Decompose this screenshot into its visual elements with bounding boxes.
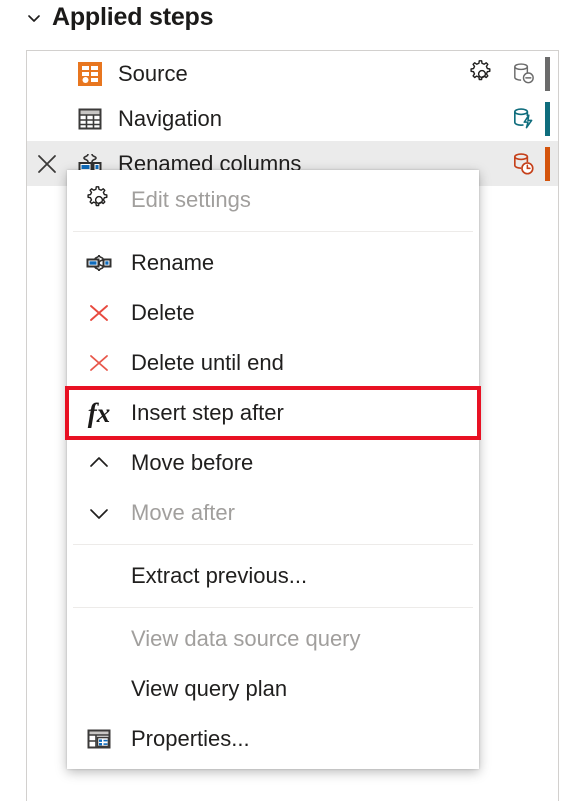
step-row-actions [461, 96, 558, 141]
menu-item-insert-step-after[interactable]: fx Insert step after [65, 386, 481, 440]
step-state-bar [545, 146, 550, 181]
menu-item-view-data-source-query[interactable]: View data source query [67, 614, 479, 664]
menu-item-delete[interactable]: Delete [67, 288, 479, 338]
fx-icon: fx [87, 397, 111, 428]
menu-item-label: Insert step after [131, 400, 284, 425]
menu-item-properties[interactable]: Properties... [67, 714, 479, 764]
no-icon [67, 664, 131, 714]
menu-item-label: Rename [131, 250, 215, 275]
step-context-menu: Edit settings Rename Delete Delete until… [65, 170, 481, 769]
menu-item-edit-settings[interactable]: Edit settings [67, 175, 479, 225]
menu-item-rename[interactable]: Rename [67, 238, 479, 288]
database-minus-icon[interactable] [503, 60, 543, 87]
step-label: Source [118, 60, 188, 86]
menu-item-delete-until-end[interactable]: Delete until end [67, 338, 479, 388]
menu-item-label: Extract previous... [131, 563, 308, 588]
chevron-up-icon [67, 438, 131, 488]
menu-separator [73, 544, 473, 545]
delete-x-icon [67, 338, 131, 388]
menu-item-label: View query plan [131, 676, 288, 701]
menu-item-view-query-plan[interactable]: View query plan [67, 664, 479, 714]
step-state-bar [545, 101, 550, 136]
applied-steps-header[interactable]: Applied steps [26, 3, 214, 31]
step-label: Navigation [118, 105, 222, 131]
menu-item-label: Move before [131, 450, 254, 475]
menu-item-label: Delete until end [131, 350, 284, 375]
menu-separator [73, 231, 473, 232]
page-title: Applied steps [52, 3, 214, 31]
close-icon[interactable] [27, 141, 67, 186]
menu-item-label: Edit settings [131, 187, 251, 212]
no-icon [67, 551, 131, 601]
gear-icon[interactable] [461, 59, 503, 88]
menu-separator [73, 607, 473, 608]
menu-item-label: View data source query [131, 626, 361, 651]
properties-icon [67, 714, 131, 764]
database-lightning-icon[interactable] [503, 105, 543, 132]
menu-item-label: Delete [131, 300, 195, 325]
step-delete-placeholder [27, 51, 67, 96]
menu-item-extract-previous[interactable]: Extract previous... [67, 551, 479, 601]
chevron-down-icon [67, 488, 131, 538]
menu-item-label: Properties... [131, 726, 250, 751]
step-state-bar [545, 56, 550, 91]
table-icon [73, 96, 107, 141]
database-clock-icon[interactable] [503, 150, 543, 177]
step-delete-placeholder [27, 96, 67, 141]
source-icon [73, 51, 107, 96]
menu-item-move-after[interactable]: Move after [67, 488, 479, 538]
step-row-navigation[interactable]: Navigation [27, 96, 558, 141]
step-row-source[interactable]: Source [27, 51, 558, 96]
delete-x-icon [67, 288, 131, 338]
rename-icon [67, 238, 131, 288]
menu-item-move-before[interactable]: Move before [67, 438, 479, 488]
chevron-down-icon[interactable] [26, 10, 42, 26]
menu-item-label: Move after [131, 500, 235, 525]
step-row-actions [461, 51, 558, 96]
gear-icon [67, 175, 131, 225]
no-icon [67, 614, 131, 664]
